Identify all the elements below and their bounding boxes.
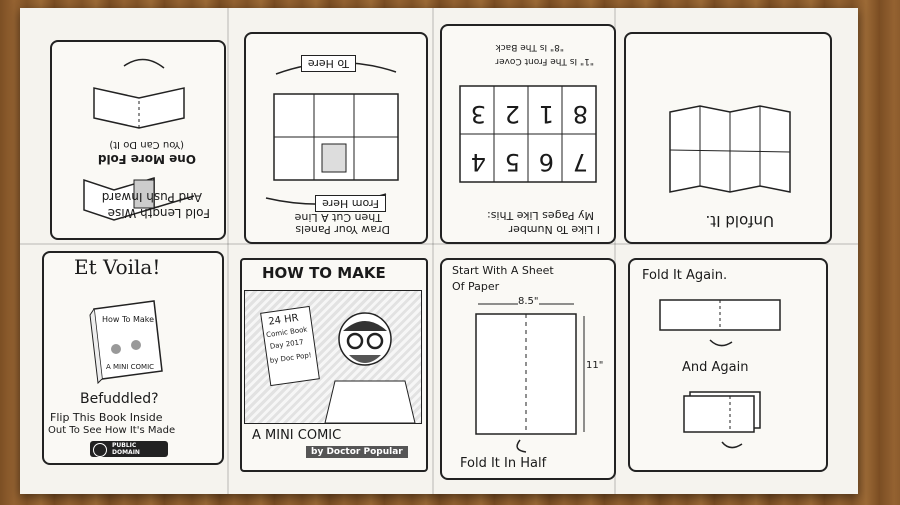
panel-page-numbering: I Like To Number My Pages Like This: 7 6… [440, 24, 616, 244]
panel-text: Flip This Book Inside [50, 411, 163, 424]
from-here-label: From Here [315, 195, 386, 212]
panel-text: (You Can Do It) [109, 139, 184, 150]
panel-start-sheet: Start With A Sheet Of Paper 8.5" 11" Fol… [440, 258, 616, 480]
comic-sign: 24 HR Comic Book Day 2017 by Doc Pop! [260, 305, 320, 387]
fold-line [432, 8, 434, 494]
panel-text: One More Fold [97, 152, 196, 166]
panel-text: Then Cut A Line [294, 211, 382, 224]
panel-note: "1" Is The Front Cover [495, 56, 594, 66]
panel-fold-lengthwise: Fold Length Wise And Push Inward One Mor… [50, 40, 226, 240]
public-domain-icon [93, 443, 107, 457]
panel-et-voila: Et Voila! How To Make A MINI COMIC Befud… [42, 251, 224, 465]
panel-text: Befuddled? [80, 391, 159, 407]
zine-sheet: Fold Length Wise And Push Inward One Mor… [20, 8, 858, 494]
cover-title: HOW TO MAKE [262, 264, 386, 282]
panel-text: Draw Your Panels [295, 223, 390, 236]
page-number: 2 [504, 100, 520, 128]
panel-draw-panels: From Here To Here Draw Your Panels Then … [244, 32, 428, 244]
panel-cover: HOW TO MAKE 24 HR Comic Book Day 2017 by… [240, 258, 428, 472]
panel-note: "8" Is The Back [495, 42, 564, 52]
unfolded-paper-illustration [669, 105, 791, 193]
panel-text: Out To See How It's Made [48, 425, 176, 436]
page-number: 6 [538, 148, 554, 176]
public-domain-badge: PUBLIC DOMAIN [90, 441, 168, 457]
panel-caption: Fold It In Half [460, 456, 547, 471]
page-number: 8 [572, 100, 588, 128]
panel-text: And Again [682, 360, 749, 375]
cover-byline: by Doctor Popular [306, 446, 408, 458]
panel-fold-again: Fold It Again. And Again [628, 258, 828, 472]
page-number: 1 [538, 100, 554, 128]
fold-line [227, 8, 229, 494]
page-number: 4 [470, 148, 486, 176]
cover-illustration: 24 HR Comic Book Day 2017 by Doc Pop! [244, 290, 422, 424]
cover-subtitle: A MINI COMIC [252, 428, 342, 443]
width-label: 8.5" [518, 296, 539, 307]
panel-text: Fold Length Wise [107, 206, 210, 220]
mini-book-text: A MINI COMIC [106, 363, 155, 371]
panel-unfold: Unfold It. [624, 32, 832, 244]
mini-book-text: How To Make [102, 315, 155, 324]
panel-text: And Push Inward [101, 190, 202, 204]
page-number: 3 [470, 100, 486, 128]
height-label: 11" [586, 360, 604, 371]
to-here-label: To Here [300, 55, 356, 72]
page-number: 5 [504, 148, 520, 176]
page-number: 7 [572, 148, 588, 176]
